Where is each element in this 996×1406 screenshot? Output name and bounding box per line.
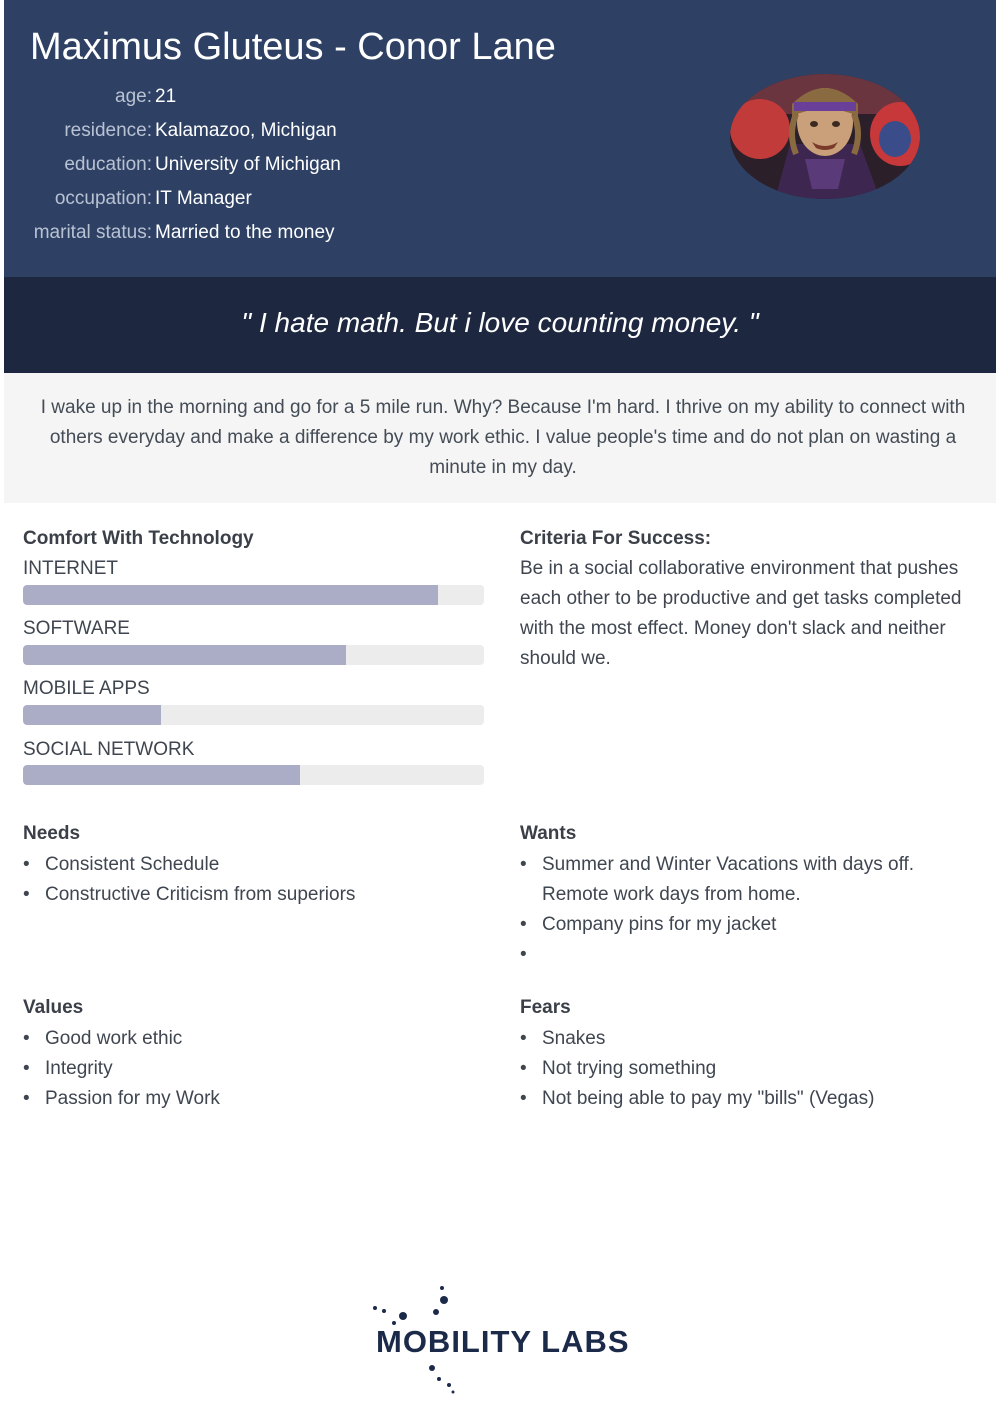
skill-bar-internet [23,585,484,605]
persona-header: Maximus Gluteus - Conor Lane age: 21 res… [4,0,996,277]
fact-label: occupation: [54,188,152,209]
list-item: Summer and Winter Vacations with days of… [520,850,930,910]
criteria-title: Criteria For Success: [520,528,712,549]
persona-page: Maximus Gluteus - Conor Lane age: 21 res… [4,0,996,1402]
list-item: Consistent Schedule [23,850,493,880]
skill-label-mobile-apps: MOBILE APPS [23,678,150,699]
fact-occupation: occupation: IT Manager [4,188,252,214]
list-item: Not trying something [520,1054,990,1084]
fact-age: age: 21 [4,86,176,112]
list-item: Not being able to pay my "bills" (Vegas) [520,1084,990,1114]
fact-label: age: [115,86,152,107]
fact-value: IT Manager [155,188,252,209]
avatar [730,74,920,199]
skill-label-social-network: SOCIAL NETWORK [23,739,195,760]
list-item: Good work ethic [23,1024,493,1054]
fact-marital-status: marital status: Married to the money [4,222,335,248]
fact-label: education: [64,154,152,175]
fact-value: Kalamazoo, Michigan [155,120,337,141]
persona-name: Maximus Gluteus - Conor Lane [30,26,556,68]
persona-quote: " I hate math. But i love counting money… [241,307,759,338]
mobility-labs-logo: MOBILITY LABS [364,1282,644,1397]
list-item: Company pins for my jacket [520,910,930,940]
fact-label: marital status: [33,222,152,243]
list-item: Passion for my Work [23,1084,493,1114]
skill-bar-social-network [23,765,484,785]
fact-label: residence: [64,120,152,141]
skill-label-software: SOFTWARE [23,618,130,639]
skill-bar-mobile-apps [23,705,484,725]
bio-band: I wake up in the morning and go for a 5 … [4,373,996,503]
technology-title: Comfort With Technology [23,528,254,549]
fact-value: 21 [155,86,177,107]
skill-label-internet: INTERNET [23,558,118,579]
skill-bar-fill [23,765,300,785]
skill-bar-fill [23,585,438,605]
list-item: Snakes [520,1024,990,1054]
skill-bar-software [23,645,484,665]
wants-title: Wants [520,823,577,844]
list-item: Constructive Criticism from superiors [23,880,493,910]
fears-list: Snakes Not trying something Not being ab… [520,1024,990,1114]
quote-band: " I hate math. But i love counting money… [4,277,996,373]
values-title: Values [23,997,84,1018]
skill-bar-fill [23,645,346,665]
fact-value: Married to the money [155,222,335,243]
values-list: Good work ethic Integrity Passion for my… [23,1024,493,1114]
fact-value: University of Michigan [155,154,341,175]
criteria-text: Be in a social collaborative environment… [520,558,962,669]
wants-list: Summer and Winter Vacations with days of… [520,850,930,970]
list-item: Integrity [23,1054,493,1084]
fears-title: Fears [520,997,571,1018]
needs-title: Needs [23,823,81,844]
logo-text: MOBILITY LABS [376,1324,630,1359]
fact-education: education: University of Michigan [4,154,341,180]
fact-residence: residence: Kalamazoo, Michigan [4,120,336,146]
persona-bio: I wake up in the morning and go for a 5 … [40,397,966,478]
list-item [520,940,930,970]
skill-bar-fill [23,705,162,725]
needs-list: Consistent Schedule Constructive Critici… [23,850,493,910]
